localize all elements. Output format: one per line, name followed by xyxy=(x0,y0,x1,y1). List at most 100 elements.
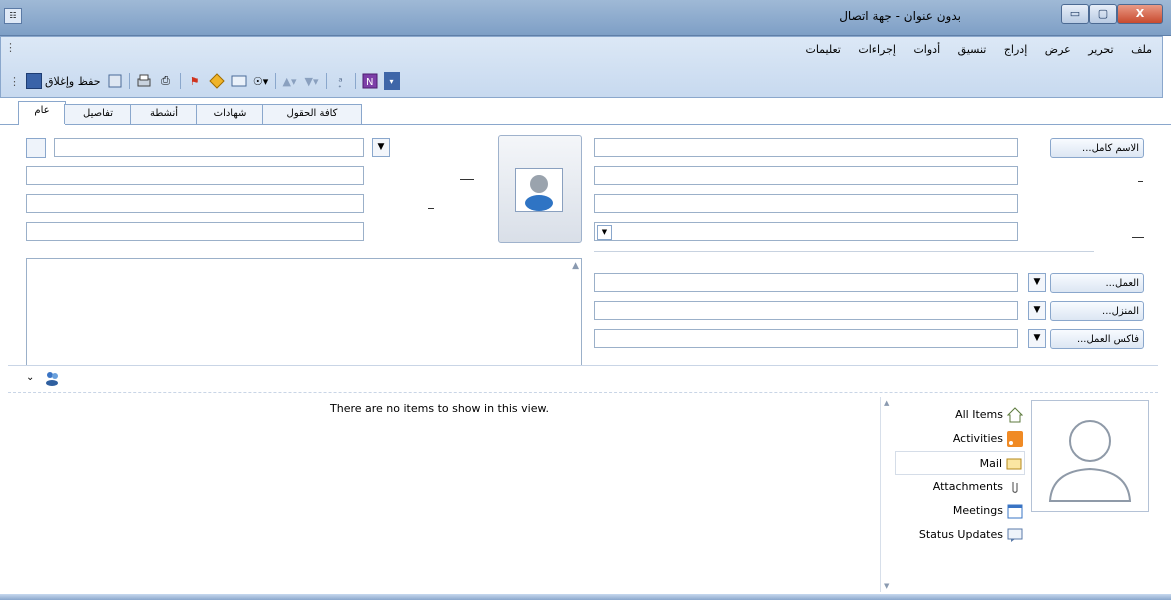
tab-all-fields[interactable]: كافة الحقول xyxy=(262,104,362,124)
separator xyxy=(354,73,356,89)
file-as-dropdown-icon[interactable]: ▼ xyxy=(597,225,612,240)
home-icon xyxy=(1007,407,1023,423)
nav-item-label: Meetings xyxy=(952,504,1003,517)
menu-format[interactable]: تنسيق xyxy=(958,43,987,56)
home-phone-field[interactable] xyxy=(594,301,1018,320)
rss-icon xyxy=(1007,431,1023,447)
scroll-down-icon[interactable]: ▼ xyxy=(884,582,889,590)
business-fax-button[interactable]: فاكس العمل... xyxy=(1050,329,1144,349)
home-phone-button[interactable]: المنزل... xyxy=(1050,301,1144,321)
nav-mail[interactable]: Mail xyxy=(895,451,1025,475)
dash-mark xyxy=(1138,181,1143,182)
nav-item-label: Attachments xyxy=(932,480,1003,493)
print-icon[interactable] xyxy=(136,72,152,90)
tab-row: عام تفاصيل أنشطة شهادات كافة الحقول xyxy=(0,100,1171,125)
dropdown-icon[interactable]: ☉▾ xyxy=(253,72,269,90)
collapse-chevron-icon[interactable]: ⌄ xyxy=(26,372,34,383)
nav-item-label: Mail xyxy=(979,457,1002,470)
save-close-label: حفظ وإغلاق xyxy=(45,74,101,88)
menu-bar: ملف تحرير عرض إدراج تنسيق أدوات إجراءات … xyxy=(791,43,1152,56)
toolbar-options-icon[interactable]: ▾ xyxy=(383,72,400,90)
business-phone-dropdown[interactable]: ▼ xyxy=(1028,273,1046,292)
nav-activities[interactable]: Activities xyxy=(895,427,1025,451)
empty-view-message: There are no items to show in this view. xyxy=(330,402,549,415)
flag-icon[interactable]: ⚑ xyxy=(187,72,203,90)
close-button[interactable]: X xyxy=(1117,4,1163,24)
nav-meetings[interactable]: Meetings xyxy=(895,499,1025,523)
nav-attachments[interactable]: Attachments xyxy=(895,475,1025,499)
business-card-icon[interactable] xyxy=(231,72,247,90)
nav-all-items[interactable]: All Items xyxy=(895,403,1025,427)
person-picture-icon xyxy=(515,168,563,212)
notes-scroll-up-icon[interactable]: ▲ xyxy=(572,261,579,271)
mail-icon xyxy=(1006,458,1022,470)
toolbar: ⋮ حفظ وإغلاق ⎙ ⚑ ☉▾ ▲▾ ▼▾ ᵃ͎ N ▾ xyxy=(9,69,400,93)
email-dropdown[interactable]: ▼ xyxy=(372,138,390,157)
email-field[interactable] xyxy=(54,138,364,157)
people-pane-header: ⌄ xyxy=(8,365,1158,393)
menu-edit[interactable]: تحرير xyxy=(1088,43,1113,56)
svg-text:N: N xyxy=(366,77,373,88)
contact-picture-button[interactable] xyxy=(498,135,582,243)
web-address-field[interactable] xyxy=(26,194,364,213)
scroll-up-icon[interactable]: ▲ xyxy=(884,399,889,407)
menu-help[interactable]: تعليمات xyxy=(805,43,840,56)
categorize-icon[interactable] xyxy=(208,72,225,90)
window-title: بدون عنوان - جهة اتصال xyxy=(839,9,961,23)
menu-actions[interactable]: إجراءات xyxy=(858,43,896,56)
divider xyxy=(594,251,1094,252)
new-icon[interactable] xyxy=(107,72,123,90)
nav-item-label: Activities xyxy=(952,432,1003,445)
minimize-button[interactable]: ▭ xyxy=(1061,4,1089,24)
job-title-field[interactable] xyxy=(594,194,1018,213)
business-phone-field[interactable] xyxy=(594,273,1018,292)
calendar-icon xyxy=(1007,504,1023,519)
file-as-field[interactable]: ▼ xyxy=(594,222,1018,241)
nav-item-label: Status Updates xyxy=(918,528,1003,541)
nav-status-updates[interactable]: Status Updates xyxy=(895,523,1025,547)
up-arrow-icon[interactable]: ▲▾ xyxy=(282,72,298,90)
toolbar-grip-icon[interactable]: ⋮ xyxy=(9,75,20,88)
bottom-border xyxy=(0,594,1171,600)
contact-avatar xyxy=(1031,400,1149,512)
notes-area[interactable]: ▲ xyxy=(26,258,582,366)
save-icon xyxy=(26,73,42,89)
person-silhouette-icon xyxy=(1048,420,1132,502)
spelling-icon[interactable]: ᵃ͎ xyxy=(333,72,349,90)
form-body: ▼ ▲ الاسم كامل... ▼ العمل... ▼ المنزل...… xyxy=(8,125,1158,366)
im-address-field[interactable] xyxy=(26,222,364,241)
menu-grip-icon[interactable]: ⋮ xyxy=(5,41,16,54)
full-name-button[interactable]: الاسم كامل... xyxy=(1050,138,1144,158)
tab-activities[interactable]: أنشطة xyxy=(130,104,198,124)
maximize-button[interactable]: ▢ xyxy=(1089,4,1117,24)
display-as-field[interactable] xyxy=(26,166,364,185)
save-close-button[interactable]: حفظ وإغلاق xyxy=(26,72,101,90)
tab-details[interactable]: تفاصيل xyxy=(64,104,132,124)
status-icon xyxy=(1007,528,1023,542)
menu-file[interactable]: ملف xyxy=(1131,43,1152,56)
address-book-icon[interactable] xyxy=(26,138,46,158)
business-phone-button[interactable]: العمل... xyxy=(1050,273,1144,293)
nav-scrollbar[interactable]: ▲ ▼ xyxy=(880,397,895,592)
separator xyxy=(128,73,130,89)
menu-view[interactable]: عرض xyxy=(1045,43,1071,56)
attach-icon[interactable]: ⎙ xyxy=(158,72,174,90)
dash-mark xyxy=(428,208,434,209)
tab-certificates[interactable]: شهادات xyxy=(196,104,264,124)
menu-tools[interactable]: أدوات xyxy=(913,43,940,56)
business-fax-field[interactable] xyxy=(594,329,1018,348)
business-fax-dropdown[interactable]: ▼ xyxy=(1028,329,1046,348)
dash-mark xyxy=(1132,237,1144,238)
menu-insert[interactable]: إدراج xyxy=(1004,43,1027,56)
people-icon[interactable] xyxy=(44,370,60,389)
down-arrow-icon[interactable]: ▼▾ xyxy=(304,72,320,90)
full-name-field[interactable] xyxy=(594,138,1018,157)
company-field[interactable] xyxy=(594,166,1018,185)
home-phone-dropdown[interactable]: ▼ xyxy=(1028,301,1046,320)
paperclip-icon xyxy=(1012,482,1018,494)
separator xyxy=(179,73,181,89)
onenote-icon[interactable]: N xyxy=(362,72,378,90)
contact-app-icon[interactable]: ☷ xyxy=(4,8,22,24)
nav-item-label: All Items xyxy=(955,408,1003,421)
tab-general[interactable]: عام xyxy=(18,101,66,125)
